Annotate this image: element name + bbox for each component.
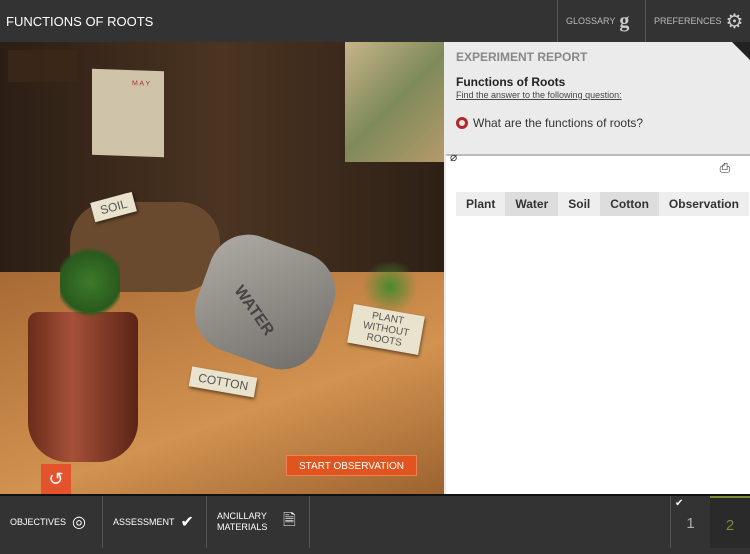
- column-header: Observation: [658, 192, 749, 216]
- report-subtitle: Find the answer to the following questio…: [456, 90, 622, 100]
- column-header: Soil: [558, 192, 601, 216]
- completed-check-icon: ✔: [675, 498, 684, 509]
- experiment-scene[interactable]: M A Y SOIL WATER COTTON PLANT WITHOUT RO…: [0, 42, 444, 494]
- reset-icon: ↺: [48, 469, 64, 489]
- question-text: What are the functions of roots?: [473, 116, 644, 130]
- glossary-label: GLOSSARY: [566, 16, 616, 26]
- assessment-label: ASSESSMENT: [113, 517, 175, 527]
- page-1-button[interactable]: ✔ 1: [670, 496, 710, 548]
- assessment-button[interactable]: ASSESSMENT ✔: [103, 496, 207, 548]
- column-header: Plant: [456, 192, 506, 216]
- preferences-button[interactable]: PREFERENCES ⚙: [645, 0, 750, 42]
- plant: [60, 242, 120, 322]
- preferences-label: PREFERENCES: [654, 16, 722, 26]
- calendar-month: M A Y: [132, 80, 151, 88]
- start-observation-button[interactable]: START OBSERVATION: [286, 455, 417, 476]
- paperclip-icon: ⌀: [450, 150, 458, 164]
- ancillary-label: ANCILLARY MATERIALS: [217, 511, 268, 532]
- question-item[interactable]: What are the functions of roots?: [456, 116, 643, 130]
- objectives-label: OBJECTIVES: [10, 517, 67, 527]
- target-icon: ◎: [72, 514, 86, 531]
- window: [345, 42, 444, 162]
- page-title: FUNCTIONS OF ROOTS: [6, 14, 154, 29]
- page-number: 1: [686, 515, 695, 532]
- observation-sheet: ⌀ ⎙ Plant Water Soil Cotton Observation: [446, 150, 750, 494]
- print-icon[interactable]: ⎙: [720, 160, 730, 176]
- glossary-button[interactable]: GLOSSARY g: [557, 0, 645, 42]
- report-title: Functions of Roots: [456, 75, 566, 89]
- objectives-button[interactable]: OBJECTIVES ◎: [0, 496, 103, 548]
- bottom-bar: OBJECTIVES ◎ ASSESSMENT ✔ ANCILLARY MATERI…: [0, 494, 750, 548]
- plant-without-roots[interactable]: [360, 262, 420, 312]
- checkmark-icon: ✔: [180, 514, 194, 531]
- page-2-button[interactable]: 2: [710, 496, 750, 548]
- adaptive-curriculum-logo: [8, 50, 78, 82]
- glossary-g-icon: g: [619, 9, 630, 32]
- experiment-report-panel: EXPERIMENT REPORT Functions of Roots Fin…: [444, 42, 750, 494]
- plant-pot[interactable]: [28, 312, 138, 462]
- column-header: Water: [505, 192, 559, 216]
- observation-table-header: Plant Water Soil Cotton Observation: [456, 192, 749, 216]
- question-status-icon: [456, 117, 468, 129]
- report-heading: EXPERIMENT REPORT: [456, 50, 588, 64]
- document-icon: 🗎: [283, 511, 296, 529]
- page-number: 2: [725, 517, 735, 534]
- reset-button[interactable]: ↺: [41, 464, 71, 494]
- column-header: Cotton: [600, 192, 659, 216]
- gear-icon: ⚙: [725, 10, 744, 33]
- top-bar: FUNCTIONS OF ROOTS GLOSSARY g PREFERENCES…: [0, 0, 750, 42]
- ancillary-materials-button[interactable]: ANCILLARY MATERIALS 🗎: [207, 496, 310, 548]
- corner-fold: [732, 42, 750, 60]
- calendar: M A Y: [92, 68, 164, 158]
